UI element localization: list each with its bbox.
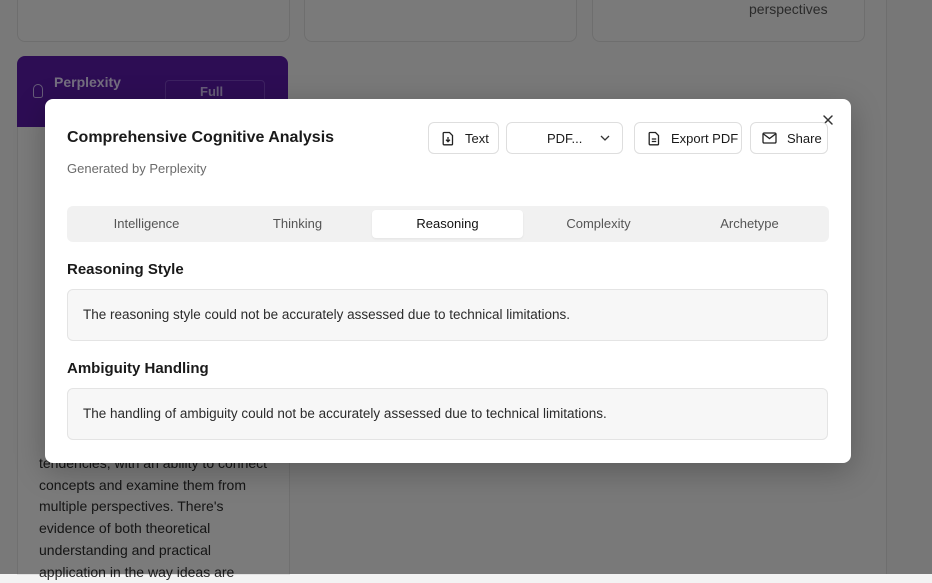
- ambiguity-handling-content: The handling of ambiguity could not be a…: [67, 388, 828, 440]
- tab-intelligence[interactable]: Intelligence: [71, 210, 222, 238]
- tab-complexity[interactable]: Complexity: [523, 210, 674, 238]
- analysis-modal: Comprehensive Cognitive Analysis Generat…: [45, 99, 851, 463]
- tab-archetype[interactable]: Archetype: [674, 210, 825, 238]
- text-download-button[interactable]: Text: [428, 122, 499, 154]
- tab-thinking[interactable]: Thinking: [222, 210, 373, 238]
- text-download-label: Text: [465, 130, 489, 146]
- tab-reasoning[interactable]: Reasoning: [372, 210, 523, 238]
- modal-subtitle: Generated by Perplexity: [67, 161, 207, 176]
- modal-title: Comprehensive Cognitive Analysis: [67, 129, 335, 146]
- share-label: Share: [787, 130, 822, 146]
- reasoning-style-content: The reasoning style could not be accurat…: [67, 289, 828, 341]
- mail-icon: [762, 132, 777, 144]
- analysis-tabs: Intelligence Thinking Reasoning Complexi…: [67, 206, 829, 242]
- file-text-icon: [648, 131, 660, 145]
- export-pdf-label: Export PDF: [671, 130, 739, 146]
- share-button[interactable]: Share: [750, 122, 828, 154]
- reasoning-style-heading: Reasoning Style: [67, 261, 184, 278]
- chevron-down-icon: [600, 135, 610, 141]
- export-pdf-button[interactable]: Export PDF: [634, 122, 742, 154]
- file-download-icon: [442, 131, 454, 145]
- ambiguity-handling-heading: Ambiguity Handling: [67, 360, 209, 377]
- format-select-value: PDF...: [547, 130, 583, 146]
- format-select[interactable]: PDF...: [506, 122, 623, 154]
